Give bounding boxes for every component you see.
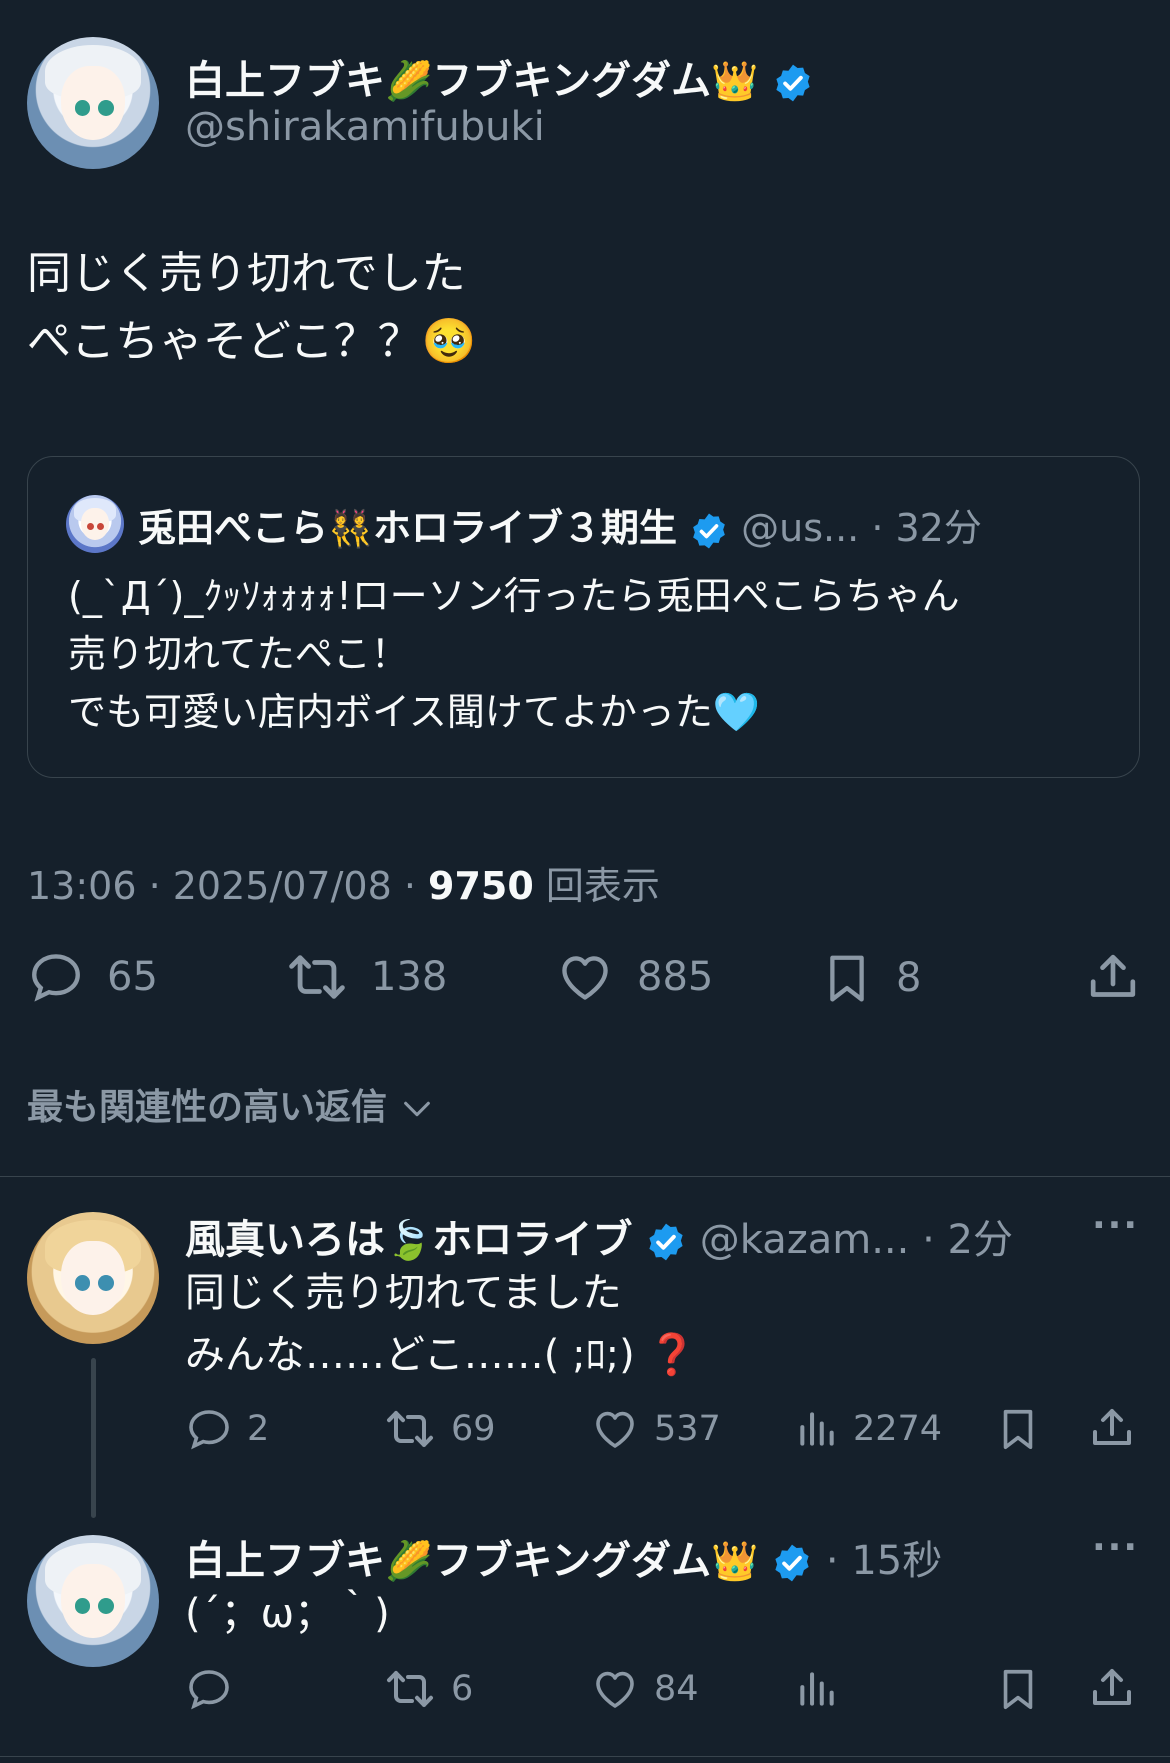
corn-emoji: 🌽 — [385, 1539, 433, 1583]
chevron-down-icon — [403, 1101, 430, 1117]
bookmark-button[interactable] — [995, 1663, 1041, 1715]
reply-time: · 2分 — [909, 1217, 1013, 1263]
quoted-handle: @us... — [741, 506, 860, 550]
retweet-icon — [289, 955, 345, 999]
section-divider — [0, 1176, 1170, 1177]
views-button[interactable]: 2274 — [795, 1405, 942, 1453]
reply-text: 同じく売り切れてました みんな……どこ……( ;ﾛ;) ❓ — [185, 1270, 698, 1378]
reply-author-name[interactable]: 風真いろは — [185, 1217, 385, 1263]
retweet-icon — [387, 1411, 433, 1447]
quoted-tweet[interactable]: 兎田ぺこら👯ホロライブ３期生 @us... · 32分 (_`Д´)_ｸｯｿｫｫ… — [27, 456, 1140, 778]
reply-icon — [32, 954, 80, 1002]
heart-icon — [596, 1411, 634, 1448]
more-options-icon[interactable]: ··· — [1092, 1527, 1139, 1568]
share-button[interactable] — [1088, 1403, 1136, 1453]
retweet-count: 6 — [451, 1669, 474, 1709]
bookmark-count: 8 — [896, 955, 922, 1001]
retweet-button[interactable]: 138 — [285, 948, 447, 1006]
quoted-author-line: 兎田ぺこら👯ホロライブ３期生 @us... · 32分 — [138, 497, 982, 552]
corn-emoji: 🌽 — [385, 59, 433, 103]
retweet-icon — [387, 1671, 433, 1707]
share-button[interactable] — [1085, 948, 1141, 1006]
views-count: 9750 — [428, 864, 534, 908]
bookmark-icon — [1003, 1669, 1033, 1710]
avatar-face — [61, 1241, 125, 1315]
like-count: 537 — [654, 1409, 721, 1449]
avatar-face — [81, 507, 109, 541]
reply-text: (´；ω；｀) — [185, 1591, 390, 1637]
reply-button[interactable] — [185, 1665, 247, 1713]
reply-count: 2 — [247, 1409, 270, 1449]
views-label: 回表示 — [533, 864, 660, 908]
views-count: 2274 — [853, 1409, 943, 1449]
like-count: 84 — [654, 1669, 699, 1709]
bookmark-button[interactable] — [995, 1403, 1041, 1455]
avatar-face — [61, 1564, 125, 1638]
dancers-emoji: 👯 — [328, 508, 373, 550]
reply-author-name-2[interactable]: ホロライブ — [432, 1217, 632, 1263]
retweet-button[interactable]: 69 — [383, 1405, 496, 1453]
reply-avatar[interactable] — [27, 1535, 159, 1667]
verified-badge-icon — [775, 1544, 809, 1582]
share-icon — [1093, 1669, 1131, 1705]
author-name-text-2: フブキングダム — [432, 58, 712, 104]
avatar-eye — [86, 522, 94, 530]
reply-button[interactable]: 65 — [27, 948, 158, 1006]
like-button[interactable]: 537 — [590, 1405, 721, 1453]
heart-icon — [562, 956, 608, 1000]
bookmark-button[interactable]: 8 — [820, 948, 921, 1008]
verified-badge-icon — [776, 64, 811, 102]
reply-count: 65 — [107, 954, 158, 1000]
reply-handle[interactable]: @kazam... — [700, 1217, 910, 1263]
reply-author-name[interactable]: 白上フブキ — [185, 1538, 385, 1584]
quoted-author-name-2: ホロライブ３期生 — [372, 506, 677, 550]
author-avatar[interactable] — [27, 37, 159, 169]
quoted-time: · 32分 — [859, 506, 982, 550]
reply-author-line: 風真いろは🍃ホロライブ @kazam... · 2分 — [185, 1207, 1013, 1265]
leaf-emoji: 🍃 — [385, 1218, 433, 1262]
retweet-count: 69 — [451, 1409, 496, 1449]
reply-avatar[interactable] — [27, 1212, 159, 1344]
timestamp: 13:06 · 2025/07/08 · — [27, 864, 429, 908]
author-name-text: 白上フブキ — [185, 58, 385, 104]
tweet-text: 同じく売り切れでした ぺこちゃそどこ？？🥹 — [27, 248, 477, 367]
author-handle[interactable]: @shirakamifubuki — [185, 104, 545, 150]
reply-time: · 15秒 — [825, 1538, 943, 1584]
bookmark-icon — [830, 955, 864, 1002]
quoted-text: (_`Д´)_ｸｯｿｫｫｫｫ!ローソン行ったら兎田ぺこらちゃん 売り切れてたぺこ… — [68, 574, 960, 734]
reply-author-name-2[interactable]: フブキングダム — [432, 1538, 711, 1584]
heart-icon — [596, 1671, 634, 1708]
crown-emoji: 👑 — [711, 59, 759, 103]
replies-sort-dropdown[interactable]: 最も関連性の高い返信 — [27, 1078, 434, 1130]
reply-button[interactable]: 2 — [185, 1405, 269, 1453]
reply-author-line: 白上フブキ🌽フブキングダム👑 · 15秒 — [185, 1528, 942, 1586]
author-name[interactable]: 白上フブキ🌽フブキングダム👑 — [185, 48, 814, 106]
tweet-meta: 13:06 · 2025/07/08 · 9750 回表示 — [27, 855, 660, 910]
more-options-icon[interactable]: ··· — [1092, 1205, 1139, 1246]
replies-sort-label: 最も関連性の高い返信 — [27, 1087, 388, 1128]
retweet-count: 138 — [371, 954, 448, 1000]
quoted-author-name: 兎田ぺこら — [138, 506, 329, 550]
like-count: 885 — [637, 954, 714, 1000]
share-button[interactable] — [1088, 1663, 1136, 1713]
bottom-divider — [0, 1756, 1170, 1757]
reply-icon — [189, 1410, 229, 1450]
avatar-face — [61, 66, 125, 140]
bookmark-icon — [1003, 1409, 1033, 1450]
like-button[interactable]: 84 — [590, 1665, 699, 1713]
crown-emoji: 👑 — [711, 1539, 759, 1583]
analytics-icon — [800, 1412, 834, 1446]
share-icon — [1093, 1409, 1131, 1445]
thread-line — [91, 1358, 96, 1518]
quoted-author-avatar — [66, 495, 124, 553]
analytics-icon — [800, 1672, 834, 1706]
verified-badge-icon — [693, 513, 725, 548]
reply-icon — [189, 1670, 229, 1710]
verified-badge-icon — [649, 1223, 683, 1261]
share-icon — [1090, 954, 1136, 997]
retweet-button[interactable]: 6 — [383, 1665, 473, 1713]
views-button[interactable] — [795, 1665, 839, 1713]
like-button[interactable]: 885 — [555, 948, 713, 1006]
